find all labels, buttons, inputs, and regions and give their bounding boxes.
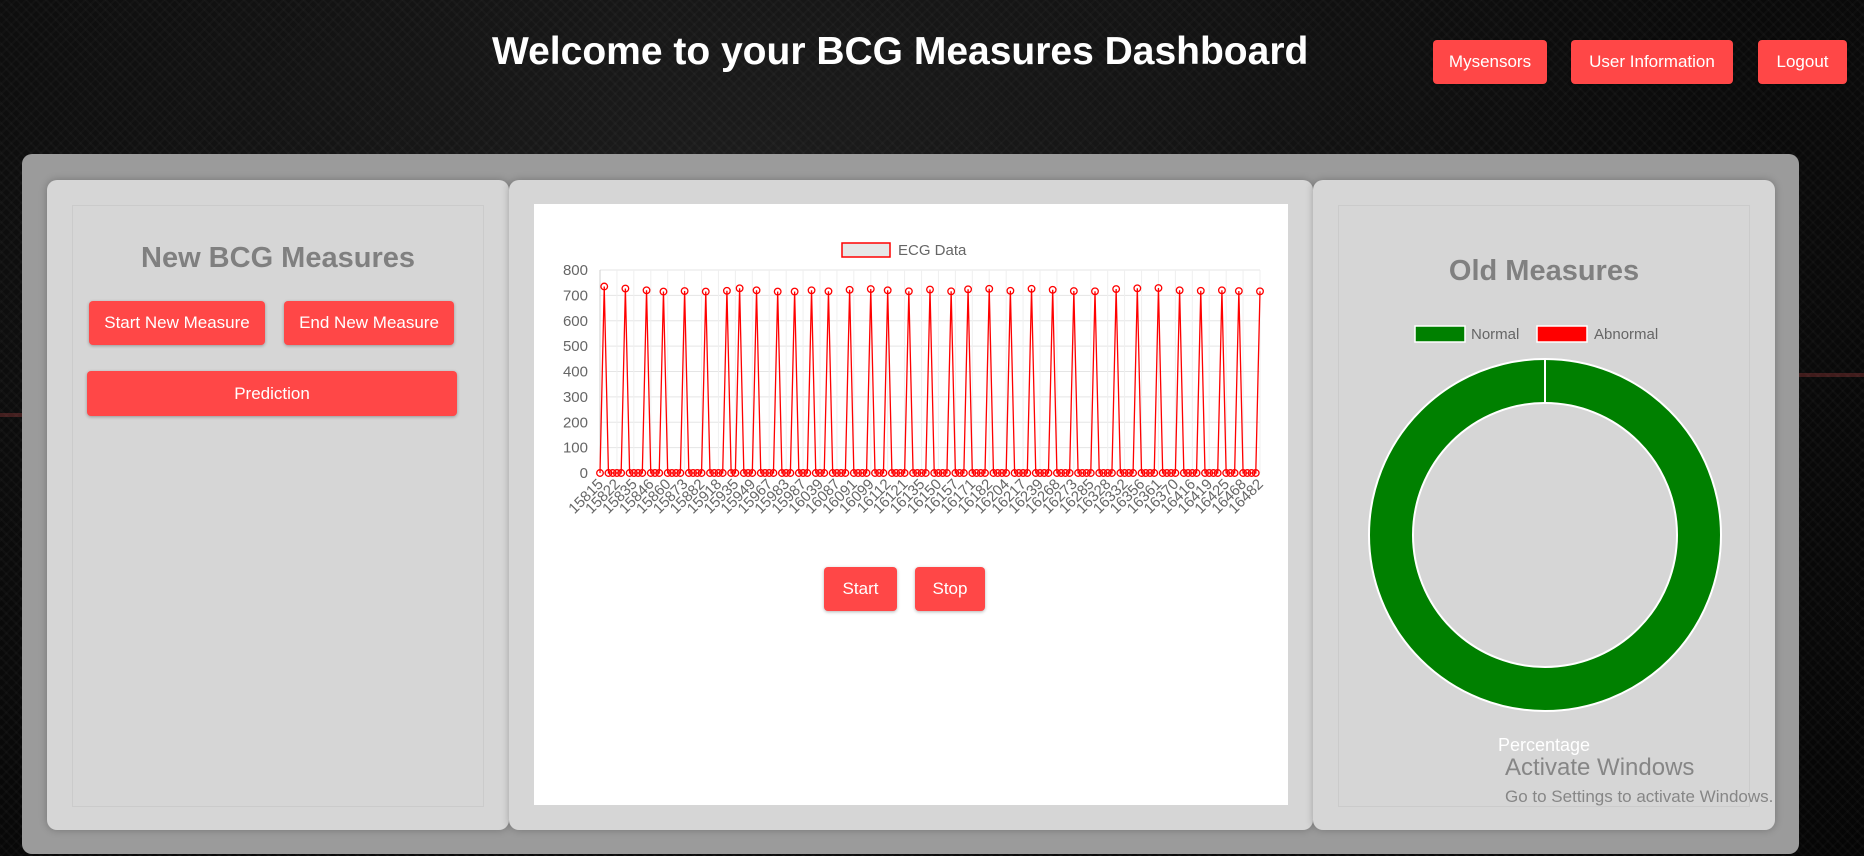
ecg-y-tick-label: 200 (563, 414, 588, 431)
ecg-y-tick-label: 300 (563, 389, 588, 406)
start-button[interactable]: Start (824, 567, 897, 611)
ecg-y-tick-label: 0 (580, 465, 588, 482)
activate-windows-subtitle: Go to Settings to activate Windows. (1505, 787, 1774, 806)
mysensors-button[interactable]: Mysensors (1433, 40, 1547, 84)
legend-normal-swatch (1414, 325, 1466, 343)
start-new-measure-button[interactable]: Start New Measure (89, 301, 265, 345)
ecg-legend: ECG Data (841, 242, 967, 259)
logout-button[interactable]: Logout (1758, 40, 1847, 84)
ecg-y-tick-label: 800 (563, 262, 588, 279)
prediction-button[interactable]: Prediction (87, 371, 457, 416)
new-measures-heading: New BCG Measures (141, 242, 415, 274)
donut-slice-normal (1369, 359, 1721, 711)
donut-inner-border (1412, 402, 1678, 668)
ecg-legend-swatch (841, 242, 891, 258)
ecg-y-tick-label: 500 (563, 338, 588, 355)
old-measures-heading: Old Measures (1448, 255, 1640, 287)
old-measures-donut-chart: Normal Abnormal (1368, 325, 1722, 712)
ecg-legend-label: ECG Data (898, 242, 967, 259)
donut-legend: Normal Abnormal (1414, 325, 1658, 343)
ecg-chart-svg: 0100200300400500600700800 15815158221583… (563, 242, 1267, 517)
user-information-button[interactable]: User Information (1571, 40, 1733, 84)
new-measures-panel: New BCG Measures (47, 180, 509, 830)
page-title: Welcome to your BCG Measures Dashboard (492, 30, 1309, 73)
stop-button[interactable]: Stop (915, 567, 985, 611)
panel-inner-frame (72, 205, 484, 807)
legend-abnormal-swatch (1536, 325, 1588, 343)
end-new-measure-button[interactable]: End New Measure (284, 301, 454, 345)
ecg-y-tick-label: 400 (563, 364, 588, 381)
legend-abnormal-label: Abnormal (1594, 326, 1658, 343)
legend-normal-label: Normal (1471, 326, 1519, 343)
ecg-series-line (599, 286, 1261, 474)
ecg-y-tick-label: 600 (563, 313, 588, 330)
ecg-chart: 0 100 200 300 400 500 600 700 800 15815 15822 1583… (534, 204, 1288, 805)
ecg-y-tick-label: 700 (563, 287, 588, 304)
activate-windows-title: Activate Windows (1505, 754, 1695, 781)
ecg-y-tick-label: 100 (563, 440, 588, 457)
percentage-label: Percentage (1497, 735, 1591, 755)
